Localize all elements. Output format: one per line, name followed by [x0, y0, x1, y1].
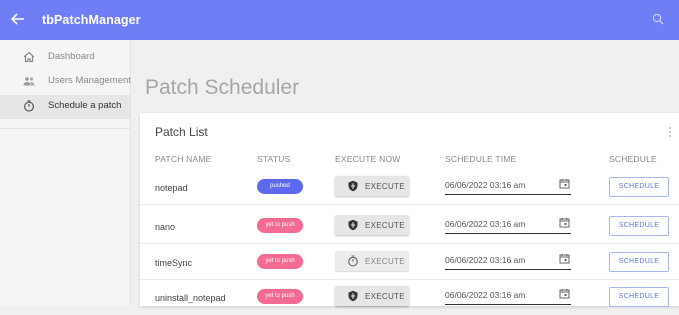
- sidebar-item-label: Users Management: [48, 75, 131, 86]
- sidebar-item-label: Dashboard: [48, 51, 95, 62]
- status-badge: yet to push: [257, 289, 303, 304]
- sidebar-item-users-management[interactable]: Users Management: [0, 70, 131, 94]
- table-row: notepad pushed EXECUTE 06/06/2022 03:16 …: [140, 171, 679, 205]
- execute-button[interactable]: EXECUTE: [335, 286, 409, 306]
- column-header-patch-name: PATCH NAME: [155, 154, 212, 164]
- schedule-time-field[interactable]: 06/06/2022 03:16 am: [445, 216, 571, 234]
- shield-icon: [348, 180, 358, 192]
- schedule-button[interactable]: SCHEDULE: [609, 252, 669, 272]
- page-title: Patch Scheduler: [145, 76, 300, 99]
- schedule-button[interactable]: SCHEDULE: [609, 177, 669, 197]
- home-icon: [23, 51, 35, 63]
- patch-list-card: Patch List PATCH NAME STATUS EXECUTE NOW…: [140, 113, 679, 307]
- row-divider: [140, 279, 679, 280]
- row-divider: [140, 243, 679, 244]
- sidebar-divider: [0, 128, 130, 129]
- execute-button[interactable]: EXECUTE: [335, 176, 409, 196]
- calendar-icon[interactable]: [559, 253, 570, 264]
- column-header-schedule: SCHEDULE: [609, 154, 657, 164]
- app-title: tbPatchManager: [42, 13, 141, 27]
- row-divider: [140, 204, 679, 205]
- execute-label: EXECUTE: [365, 257, 405, 266]
- schedule-time-field[interactable]: 06/06/2022 03:16 am: [445, 287, 571, 305]
- schedule-button[interactable]: SCHEDULE: [609, 287, 669, 307]
- patch-name: timeSync: [155, 258, 193, 268]
- schedule-time-value: 06/06/2022 03:16 am: [445, 255, 526, 265]
- timer-icon: [23, 100, 35, 112]
- schedule-time-value: 06/06/2022 03:16 am: [445, 290, 526, 300]
- schedule-time-value: 06/06/2022 03:16 am: [445, 219, 526, 229]
- shield-icon: [348, 219, 358, 231]
- column-header-execute-now: EXECUTE NOW: [335, 154, 401, 164]
- arrow-left-icon[interactable]: [10, 11, 26, 27]
- card-title: Patch List: [155, 125, 208, 139]
- sidebar: Dashboard Users Management Schedule a pa…: [0, 40, 131, 306]
- table-row: nano yet to push EXECUTE 06/06/2022 03:1…: [140, 210, 679, 244]
- calendar-icon[interactable]: [559, 288, 570, 299]
- sidebar-item-schedule-a-patch[interactable]: Schedule a patch: [0, 95, 130, 119]
- sidebar-item-label: Schedule a patch: [48, 100, 122, 111]
- execute-label: EXECUTE: [365, 221, 405, 230]
- search-icon[interactable]: [652, 13, 664, 25]
- users-icon: [23, 77, 35, 86]
- execute-button[interactable]: EXECUTE: [335, 215, 409, 235]
- app-bar: tbPatchManager: [0, 0, 679, 40]
- schedule-button[interactable]: SCHEDULE: [609, 216, 669, 236]
- status-badge: yet to push: [257, 218, 303, 233]
- column-header-schedule-time: SCHEDULE TIME: [445, 154, 517, 164]
- execute-label: EXECUTE: [365, 292, 405, 301]
- status-badge: yet to push: [257, 254, 303, 269]
- calendar-icon[interactable]: [559, 217, 570, 228]
- execute-label: EXECUTE: [365, 182, 405, 191]
- shield-icon: [348, 290, 358, 302]
- calendar-icon[interactable]: [559, 178, 570, 189]
- table-row: uninstall_notepad yet to push EXECUTE 06…: [140, 281, 679, 315]
- schedule-time-field[interactable]: 06/06/2022 03:16 am: [445, 177, 571, 195]
- column-header-status: STATUS: [257, 154, 291, 164]
- patch-name: nano: [155, 222, 176, 232]
- more-vertical-icon[interactable]: [668, 127, 672, 139]
- schedule-time-field[interactable]: 06/06/2022 03:16 am: [445, 252, 571, 270]
- table-row: timeSync yet to push EXECUTE 06/06/2022 …: [140, 246, 679, 280]
- status-badge: pushed: [257, 179, 303, 194]
- schedule-time-value: 06/06/2022 03:16 am: [445, 180, 526, 190]
- patch-name: notepad: [155, 183, 188, 193]
- sidebar-item-dashboard[interactable]: Dashboard: [0, 46, 130, 70]
- patch-name: uninstall_notepad: [155, 293, 226, 303]
- execute-button[interactable]: EXECUTE: [335, 251, 409, 271]
- timer-icon: [348, 255, 358, 267]
